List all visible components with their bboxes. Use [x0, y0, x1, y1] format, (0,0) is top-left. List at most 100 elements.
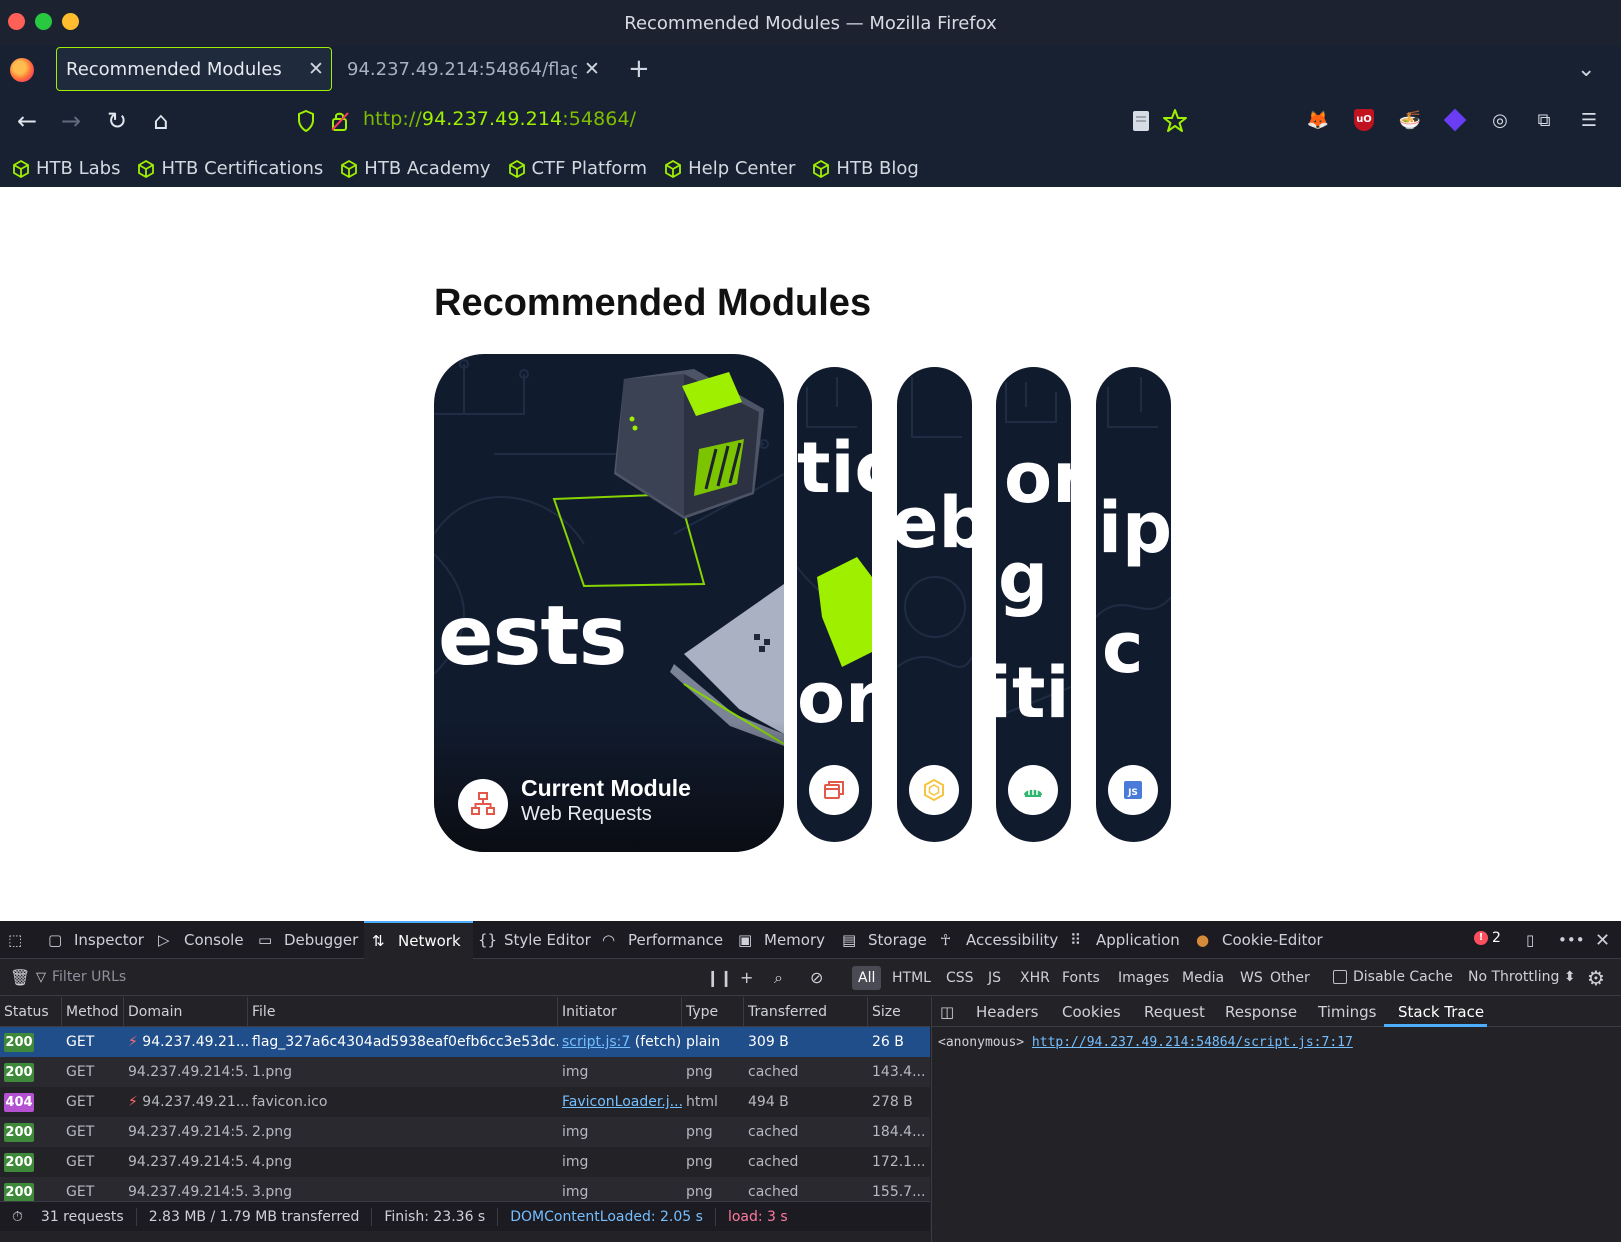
tab-recommended-modules[interactable]: Recommended Modules ✕ — [56, 47, 332, 91]
tab-performance[interactable]: ◠ Performance — [602, 921, 723, 959]
bookmarks-toolbar: HTB Labs HTB Certifications HTB Academy … — [0, 150, 1621, 187]
column-header-transferred[interactable]: Transferred — [744, 997, 868, 1027]
bookmark-htb-labs[interactable]: HTB Labs — [12, 158, 120, 179]
tab-debugger[interactable]: ▭ Debugger — [258, 921, 358, 959]
reload-icon[interactable]: ↻ — [102, 107, 132, 135]
url-bar[interactable]: http://94.237.49.214:54864/ — [363, 108, 636, 130]
forward-arrow-icon[interactable]: → — [56, 107, 86, 135]
tab-inspector[interactable]: ▢ Inspector — [48, 921, 144, 959]
more-options-icon[interactable]: ••• — [1558, 921, 1585, 959]
column-header-type[interactable]: Type — [682, 997, 744, 1027]
firefox-icon[interactable] — [10, 58, 34, 82]
bookmark-htb-academy[interactable]: HTB Academy — [340, 158, 491, 179]
filter-xhr[interactable]: XHR — [1014, 966, 1056, 990]
toggle-panel-icon[interactable]: ◫ — [940, 997, 954, 1027]
extension-foxyproxy-icon[interactable]: 🦊 — [1304, 106, 1332, 134]
details-tab-timings[interactable]: Timings — [1318, 997, 1377, 1027]
error-count-badge[interactable]: ! 2 — [1474, 930, 1501, 946]
bookmark-star-icon[interactable] — [1162, 108, 1188, 134]
details-tab-cookies[interactable]: Cookies — [1062, 997, 1121, 1027]
table-row[interactable]: 404 GET ⚡ 94.237.49.21... favicon.ico Fa… — [0, 1087, 930, 1117]
element-picker-icon[interactable]: ⬚ — [8, 921, 22, 959]
details-tab-stack-trace[interactable]: Stack Trace — [1398, 997, 1484, 1027]
module-card-4[interactable]: or g iti — [996, 367, 1071, 842]
module-card-3[interactable]: eb — [897, 367, 972, 842]
tab-flag-file[interactable]: 94.237.49.214:54864/flag_32 ✕ — [337, 47, 607, 91]
details-tab-request[interactable]: Request — [1144, 997, 1205, 1027]
close-tab-icon[interactable]: ✕ — [301, 58, 331, 80]
disable-cache-checkbox[interactable]: Disable Cache — [1333, 969, 1453, 985]
extension-purple-diamond-icon[interactable] — [1441, 106, 1469, 134]
list-all-tabs-chevron-icon[interactable]: ⌄ — [1577, 57, 1595, 82]
module-art-text: iti — [996, 652, 1070, 734]
column-header-status[interactable]: Status — [0, 997, 62, 1027]
extension-ublock-icon[interactable]: uO — [1350, 106, 1378, 134]
table-row[interactable]: 200 GET 94.237.49.214:5... 2.png img png… — [0, 1117, 930, 1147]
back-arrow-icon[interactable]: ← — [12, 107, 42, 135]
tab-console[interactable]: ▷ Console — [158, 921, 244, 959]
maximize-window-button[interactable] — [35, 13, 52, 30]
add-request-icon[interactable]: + — [740, 968, 753, 987]
initiator-link[interactable]: script.js:7 — [562, 1034, 630, 1050]
filter-js[interactable]: JS — [982, 966, 1007, 990]
tab-accessibility[interactable]: ☥ Accessibility — [940, 921, 1058, 959]
tracking-protection-shield-icon[interactable] — [297, 110, 315, 132]
extensions-puzzle-icon[interactable]: ⧉ — [1530, 106, 1558, 134]
module-card-2[interactable]: tic or — [797, 367, 872, 842]
new-tab-button[interactable]: + — [628, 54, 650, 84]
table-row[interactable]: 200 GET 94.237.49.214:5... 1.png img png… — [0, 1057, 930, 1087]
filter-images[interactable]: Images — [1112, 966, 1175, 990]
tab-style-editor[interactable]: {} Style Editor — [478, 921, 591, 959]
details-tab-response[interactable]: Response — [1225, 997, 1297, 1027]
trash-icon[interactable]: 🗑 — [10, 968, 30, 987]
close-window-button[interactable] — [8, 13, 25, 30]
tab-storage[interactable]: ▤ Storage — [842, 921, 927, 959]
minimize-window-button[interactable] — [62, 13, 79, 30]
bookmark-ctf-platform[interactable]: CTF Platform — [508, 158, 647, 179]
module-card-5[interactable]: ip c JS — [1096, 367, 1171, 842]
block-icon[interactable]: ⊘ — [810, 968, 823, 987]
throttling-select[interactable]: No Throttling ⬍ — [1468, 969, 1576, 985]
column-header-method[interactable]: Method — [62, 997, 124, 1027]
reader-view-icon[interactable] — [1128, 108, 1154, 134]
extension-wappalyzer-icon[interactable]: 🍜 — [1396, 106, 1424, 134]
filter-other[interactable]: Other — [1264, 966, 1316, 990]
stack-source-link[interactable]: http://94.237.49.214:54864/script.js:7:1… — [1032, 1035, 1353, 1050]
tab-application[interactable]: ⠿ Application — [1070, 921, 1180, 959]
summary-load: load: 3 s — [727, 1208, 788, 1225]
details-tab-headers[interactable]: Headers — [976, 997, 1038, 1027]
insecure-lock-icon[interactable] — [331, 110, 349, 132]
column-header-size[interactable]: Size — [868, 997, 930, 1027]
url-scheme: http:// — [363, 108, 422, 130]
dock-side-icon[interactable]: ▯ — [1526, 921, 1534, 959]
column-header-domain[interactable]: Domain — [124, 997, 248, 1027]
tab-cookie-editor[interactable]: ● Cookie-Editor — [1196, 921, 1323, 959]
filter-media[interactable]: Media — [1176, 966, 1230, 990]
tab-network[interactable]: ⇅ Network — [364, 921, 473, 959]
search-icon[interactable]: ⌕ — [774, 968, 783, 988]
close-tab-icon[interactable]: ✕ — [577, 58, 607, 80]
initiator-link[interactable]: FaviconLoader.j... — [562, 1094, 682, 1110]
column-header-file[interactable]: File — [248, 997, 558, 1027]
menu-hamburger-icon[interactable]: ☰ — [1575, 106, 1603, 134]
filter-fonts[interactable]: Fonts — [1056, 966, 1106, 990]
pause-icon[interactable]: ❙❙ — [706, 968, 733, 987]
tab-memory[interactable]: ▣ Memory — [738, 921, 825, 959]
timer-icon[interactable]: ⏱ — [0, 1208, 29, 1226]
home-icon[interactable]: ⌂ — [146, 107, 176, 135]
initiator-cell: img — [562, 1064, 589, 1080]
filter-urls-input[interactable]: Filter URLs — [52, 969, 672, 985]
gear-icon[interactable]: ⚙ — [1587, 966, 1605, 990]
filter-css[interactable]: CSS — [940, 966, 980, 990]
bookmark-help-center[interactable]: Help Center — [664, 158, 795, 179]
table-row[interactable]: 200 GET 94.237.49.214:5... 4.png img png… — [0, 1147, 930, 1177]
bookmark-htb-blog[interactable]: HTB Blog — [812, 158, 919, 179]
column-header-initiator[interactable]: Initiator — [558, 997, 682, 1027]
filter-all[interactable]: All — [852, 966, 882, 990]
extension-cookie-icon[interactable]: ◎ — [1486, 106, 1514, 134]
close-devtools-icon[interactable]: ✕ — [1595, 921, 1610, 959]
bookmark-htb-certifications[interactable]: HTB Certifications — [137, 158, 323, 179]
table-row[interactable]: 200 GET ⚡ 94.237.49.21... flag_327a6c430… — [0, 1027, 930, 1057]
filter-html[interactable]: HTML — [886, 966, 937, 990]
current-module-card[interactable]: ests Current Module Web Requests — [434, 354, 784, 852]
